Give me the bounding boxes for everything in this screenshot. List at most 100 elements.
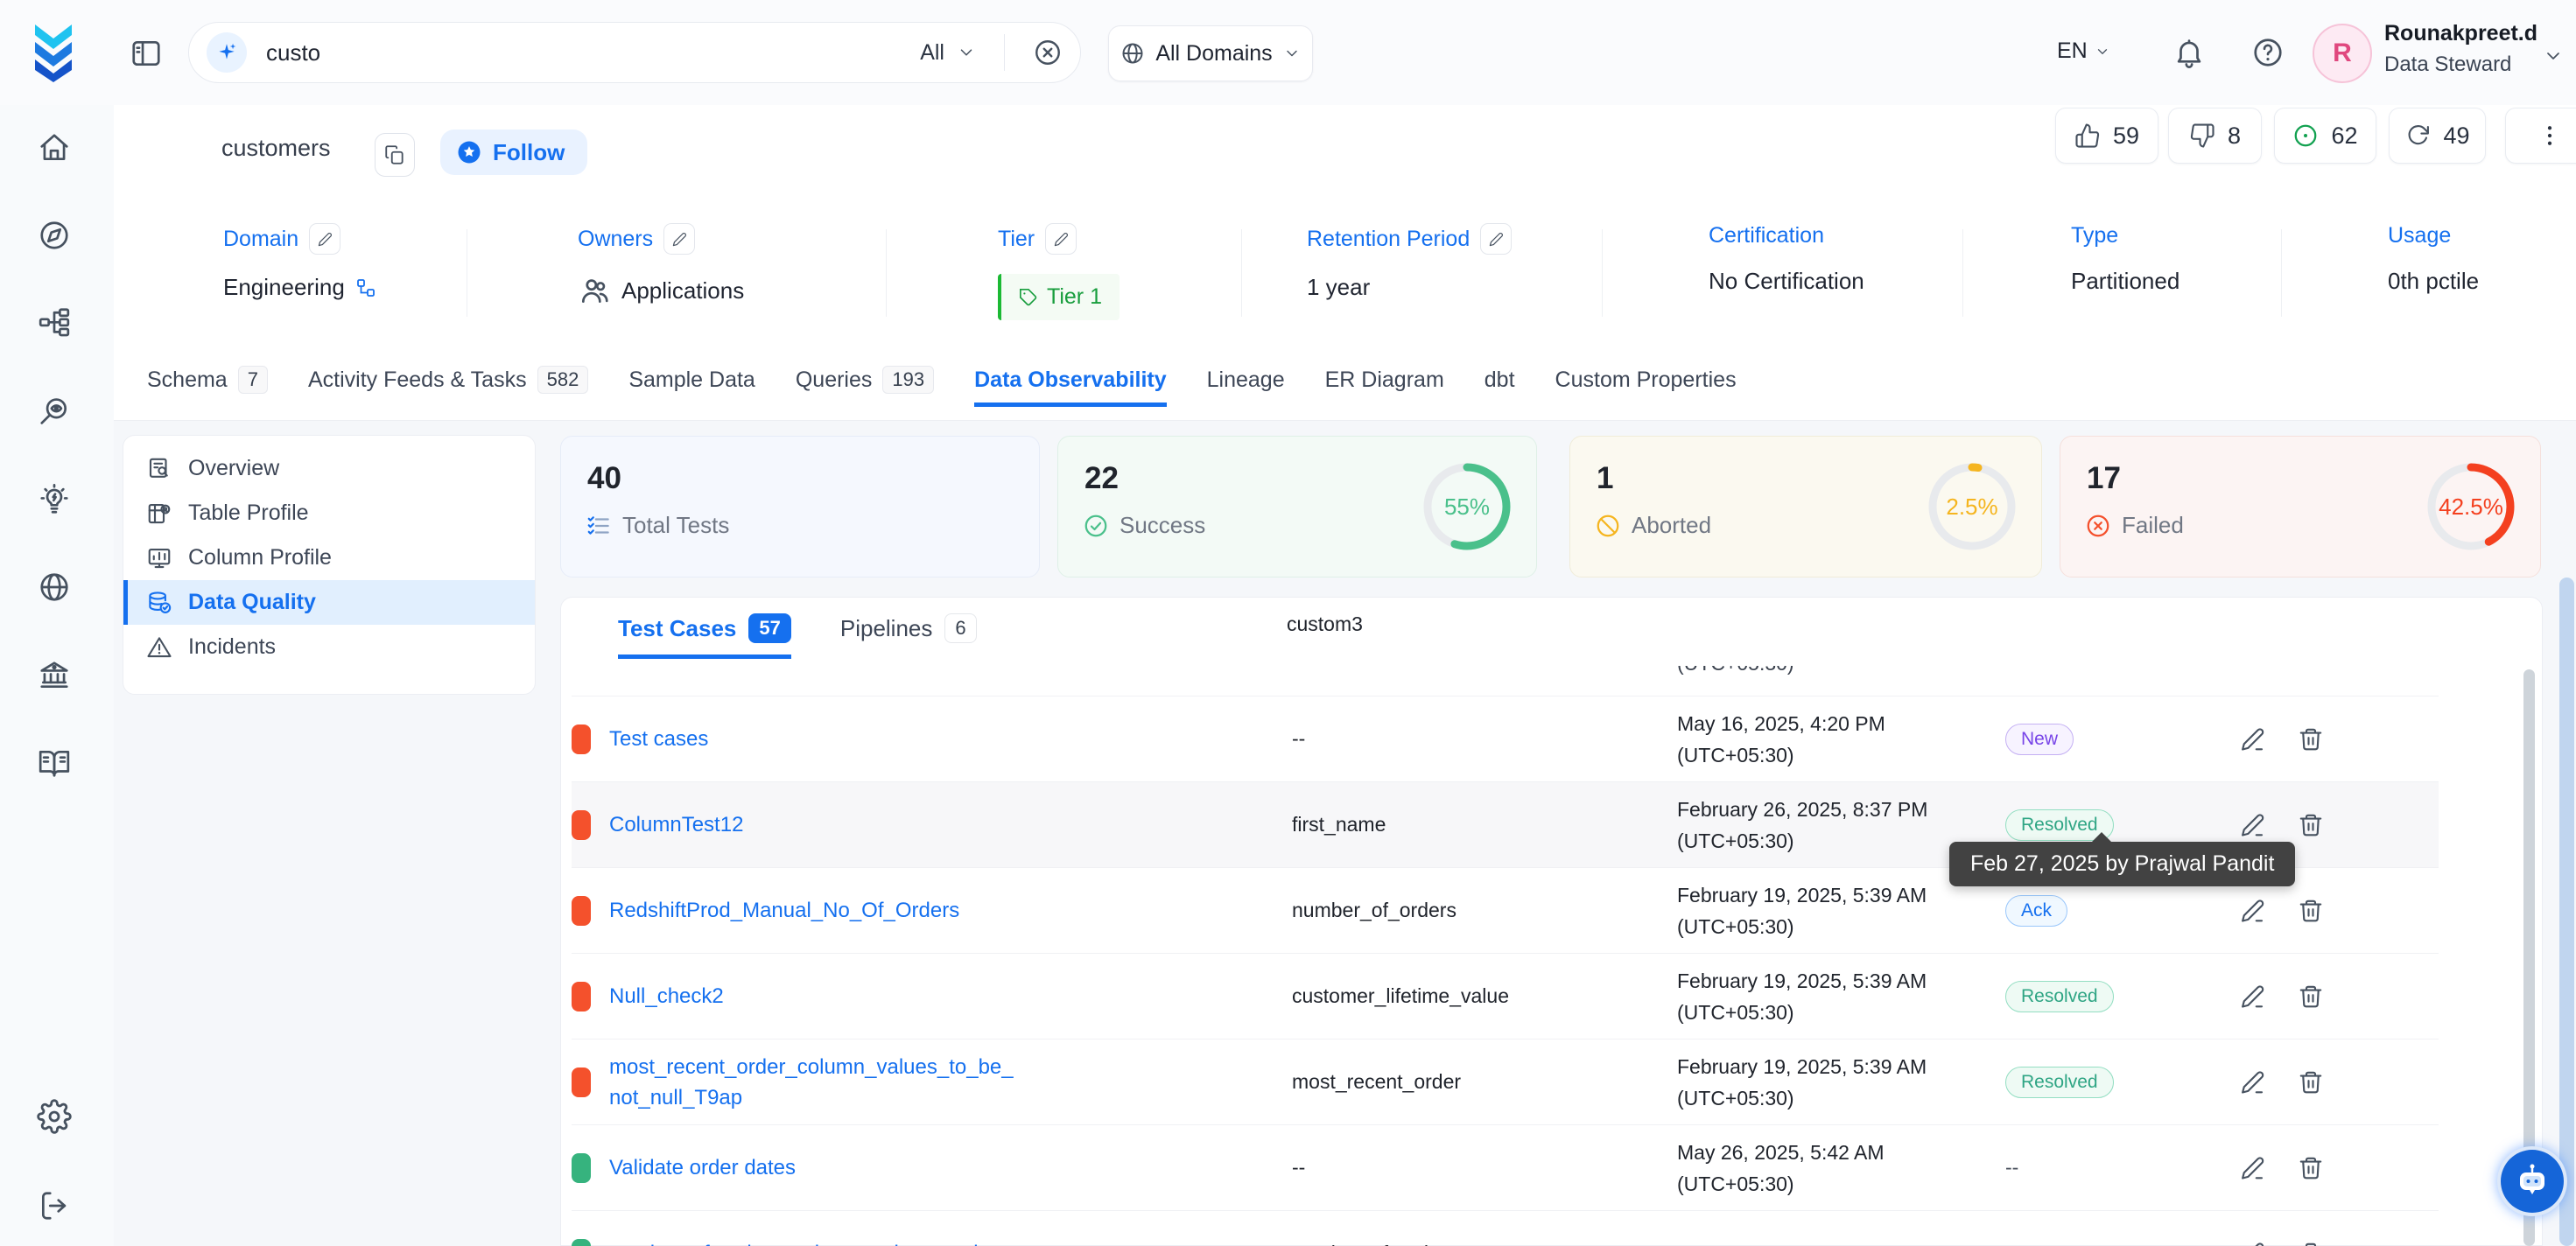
tab-custom-properties[interactable]: Custom Properties [1555,368,1737,407]
table-row[interactable]: most_recent_order_column_values_to_be_no… [572,1040,2439,1125]
tab-activity-feeds[interactable]: Activity Feeds & Tasks582 [308,366,588,408]
sidebar-item-incidents[interactable]: Incidents [123,625,535,669]
glossary-book-icon[interactable] [36,745,73,781]
notifications-bell-icon[interactable] [2172,36,2206,69]
edit-icon[interactable] [2240,726,2266,752]
test-cases-count: 57 [748,613,790,643]
test-case-link[interactable]: Validate order dates [609,1152,796,1183]
test-case-link[interactable]: number_of_orders_column_values_to_be_ [609,1238,1008,1246]
lineage-network-icon[interactable] [36,304,73,340]
delete-icon[interactable] [2298,1069,2324,1096]
sidebar-item-overview[interactable]: Overview [123,446,535,491]
row-status-indicator [572,724,591,754]
edit-retention-icon[interactable] [1480,223,1512,255]
edit-icon[interactable] [2240,812,2266,838]
table-row[interactable]: Validate order dates -- May 26, 2025, 5:… [572,1125,2439,1211]
row-actions [2240,812,2324,838]
chatbot-button[interactable] [2497,1146,2567,1216]
tab-test-cases[interactable]: Test Cases 57 [618,613,791,659]
test-case-link[interactable]: Test cases [609,724,708,754]
edit-tier-icon[interactable] [1045,223,1077,255]
help-icon[interactable] [2251,36,2285,69]
test-case-link[interactable]: ColumnTest12 [609,809,743,840]
downvote-button[interactable]: 8 [2168,108,2262,164]
follow-button[interactable]: Follow [440,130,587,175]
tab-sample-data[interactable]: Sample Data [628,368,755,407]
home-icon[interactable] [36,130,73,166]
tab-pipelines[interactable]: Pipelines 6 [840,613,977,659]
tab-er-diagram[interactable]: ER Diagram [1325,368,1444,407]
refresh-button[interactable]: 49 [2389,108,2486,164]
kebab-menu-icon [2537,122,2563,149]
delete-icon[interactable] [2298,726,2324,752]
global-search-bar[interactable]: custo All [188,22,1081,83]
clear-search-icon[interactable] [1033,38,1063,67]
table-row[interactable]: Test cases -- May 16, 2025, 4:20 PM(UTC+… [572,696,2439,782]
governance-bank-icon[interactable] [36,657,73,694]
meta-owners-value[interactable]: Applications [621,277,744,304]
tab-lineage[interactable]: Lineage [1207,368,1285,407]
test-case-link[interactable]: RedshiftProd_Manual_No_Of_Orders [609,895,959,926]
edit-icon[interactable] [2240,1241,2266,1246]
app-logo-icon[interactable] [26,23,81,82]
upvote-button[interactable]: 59 [2055,108,2158,164]
delete-icon[interactable] [2298,812,2324,838]
edit-icon[interactable] [2240,1069,2266,1096]
delete-icon[interactable] [2298,984,2324,1010]
explore-compass-icon[interactable] [36,217,73,254]
row-column-cell: -- [1292,727,1677,751]
domains-globe-icon[interactable] [36,569,73,606]
row-status-cell [572,1153,609,1183]
discovery-magnifier-eye-icon[interactable] [36,393,73,430]
user-menu-chevron-icon[interactable] [2543,46,2564,66]
row-name-cell: Test cases [609,724,1292,754]
row-badge-cell: Resolved [2005,809,2240,841]
test-case-link[interactable]: most_recent_order_column_values_to_be_no… [609,1052,1021,1113]
settings-gear-icon[interactable] [36,1098,73,1135]
table-row[interactable]: number_of_orders_column_values_to_be_ nu… [572,1211,2439,1246]
meta-tier-label: Tier [998,227,1035,252]
language-selector[interactable]: EN [2057,38,2110,64]
delete-icon[interactable] [2298,1155,2324,1181]
copy-icon[interactable] [375,133,415,177]
meta-certification: Certification No Certification [1709,223,1864,295]
edit-icon[interactable] [2240,1155,2266,1181]
edit-owners-icon[interactable] [663,223,695,255]
app-root: custo All All Domains EN R Rounakpreet.d… [0,0,2576,1246]
insights-bulb-icon[interactable] [36,481,73,518]
sidebar-item-table-profile[interactable]: Table Profile [123,491,535,536]
logout-icon[interactable] [36,1187,73,1224]
sidebar-item-data-quality[interactable]: Data Quality [123,580,535,625]
summary-card-success: 22 Success 55% [1057,436,1537,578]
search-input[interactable]: custo [266,39,320,66]
edit-domain-icon[interactable] [309,223,340,255]
tab-data-observability[interactable]: Data Observability [974,368,1167,407]
delete-icon[interactable] [2298,1241,2324,1246]
all-domains-button[interactable]: All Domains [1108,25,1313,81]
page-scrollbar[interactable] [2559,578,2574,1246]
table-row[interactable]: Null_check2 customer_lifetime_value Febr… [572,954,2439,1040]
meta-domain-value[interactable]: Engineering [223,274,345,301]
sidebar-item-label: Table Profile [188,500,309,526]
user-avatar[interactable]: R [2313,24,2372,83]
tab-schema[interactable]: Schema7 [147,366,268,408]
row-badge-cell: -- [2005,1242,2240,1246]
test-case-link[interactable]: Null_check2 [609,981,724,1012]
row-name-cell: most_recent_order_column_values_to_be_no… [609,1052,1292,1113]
tab-dbt[interactable]: dbt [1485,368,1515,407]
edit-icon[interactable] [2240,984,2266,1010]
meta-usage: Usage 0th pctile [2388,223,2479,295]
search-scope-selector[interactable]: All [920,40,944,66]
tag-icon [1019,288,1038,307]
total-tests-label: Total Tests [622,512,729,539]
sidebar-toggle-icon[interactable] [130,37,163,70]
meta-type-value: Partitioned [2071,268,2179,295]
more-actions-button[interactable] [2505,108,2576,164]
edit-icon[interactable] [2240,898,2266,924]
column-profile-icon [146,545,172,571]
row-actions [2240,726,2324,752]
delete-icon[interactable] [2298,898,2324,924]
sidebar-item-column-profile[interactable]: Column Profile [123,536,535,580]
tab-queries[interactable]: Queries193 [796,366,934,408]
health-score-button[interactable]: 62 [2274,108,2376,164]
